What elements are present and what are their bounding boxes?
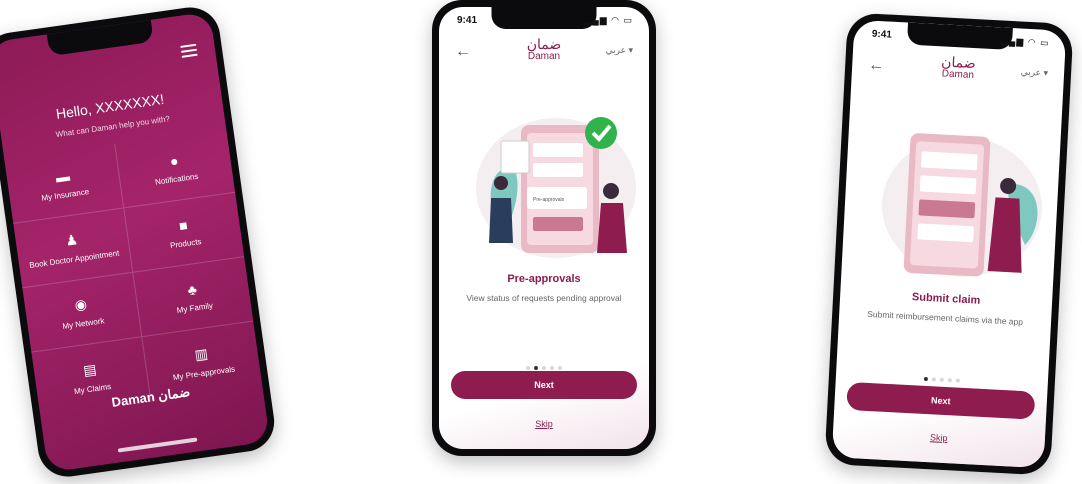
phone-submit-claim: 9:41 ▂▄▆ ◠ ▭ ← ضمان Daman عربي ▾ Submit …: [824, 12, 1074, 476]
insurance-card-icon: ▬: [54, 167, 71, 185]
onboarding-screen-submit-claim: 9:41 ▂▄▆ ◠ ▭ ← ضمان Daman عربي ▾ Submit …: [831, 19, 1067, 469]
page-dot: [542, 366, 546, 370]
onboarding-title: Pre-approvals: [507, 273, 581, 285]
language-selector[interactable]: عربي ▾: [1020, 67, 1048, 79]
onboarding-description: Submit reimbursement claims via the app: [867, 308, 1024, 327]
page-dot: [955, 378, 960, 383]
notification-bell-icon: ●: [168, 151, 180, 169]
page-dot: [939, 377, 944, 382]
onboarding-title: Submit claim: [911, 291, 981, 307]
language-selector[interactable]: عربي ▾: [606, 45, 633, 56]
status-icons: ▂▄▆ ◠ ▭: [1000, 35, 1050, 48]
page-dot: [550, 366, 554, 370]
tile-label: Notifications: [154, 171, 199, 187]
page-dot-active: [534, 366, 538, 370]
shopping-bag-icon: ■: [177, 216, 189, 234]
page-dot: [558, 366, 562, 370]
network-globe-icon: ◉: [73, 295, 88, 314]
phone-home-screen: Hello, XXXXXXX! What can Daman help you …: [0, 3, 279, 481]
phone-pre-approvals: 9:41 ▂▄▆ ◠ ▭ ← ضمان Daman عربي ▾ Pre-app…: [432, 0, 656, 456]
checkmark-badge-icon: [585, 117, 617, 149]
pre-approvals-illustration: Pre-approvals: [476, 117, 636, 258]
tile-label: My Claims: [73, 381, 112, 396]
status-time: 9:41: [457, 15, 478, 26]
phone-notch: [491, 7, 597, 29]
submit-claim-illustration: [881, 133, 1042, 277]
tile-label: Book Doctor Appointment: [28, 248, 120, 271]
hamburger-menu-icon[interactable]: [180, 43, 198, 58]
page-dot: [526, 366, 530, 370]
home-screen: Hello, XXXXXXX! What can Daman help you …: [0, 11, 271, 473]
home-tiles-grid: ▬ My Insurance ● Notifications ♟ Book Do…: [4, 128, 262, 418]
next-button[interactable]: Next: [451, 371, 637, 399]
status-time: 9:41: [871, 28, 893, 41]
tile-label: My Insurance: [40, 186, 90, 203]
skip-link[interactable]: Skip: [439, 419, 649, 429]
tile-label: My Network: [61, 316, 105, 332]
page-dot: [947, 378, 952, 383]
page-dot: [931, 377, 936, 382]
phone-notch: [906, 22, 1013, 51]
home-indicator: [117, 437, 198, 453]
tile-label: Products: [169, 236, 202, 250]
status-icons: ▂▄▆ ◠ ▭: [584, 15, 633, 25]
tile-label: My Family: [176, 300, 214, 315]
page-dot-active: [923, 376, 929, 382]
illustration-label: Pre-approvals: [533, 197, 565, 203]
onboarding-screen-pre-approvals: 9:41 ▂▄▆ ◠ ▭ ← ضمان Daman عربي ▾ Pre-app…: [439, 7, 649, 449]
doctor-icon: ♟: [64, 231, 79, 249]
phone-notch: [46, 19, 154, 57]
family-icon: ♣: [186, 280, 198, 298]
onboarding-description: View status of requests pending approval: [466, 293, 622, 303]
pre-approval-doc-icon: ▥: [193, 344, 209, 363]
document-icon: ▤: [82, 360, 98, 379]
